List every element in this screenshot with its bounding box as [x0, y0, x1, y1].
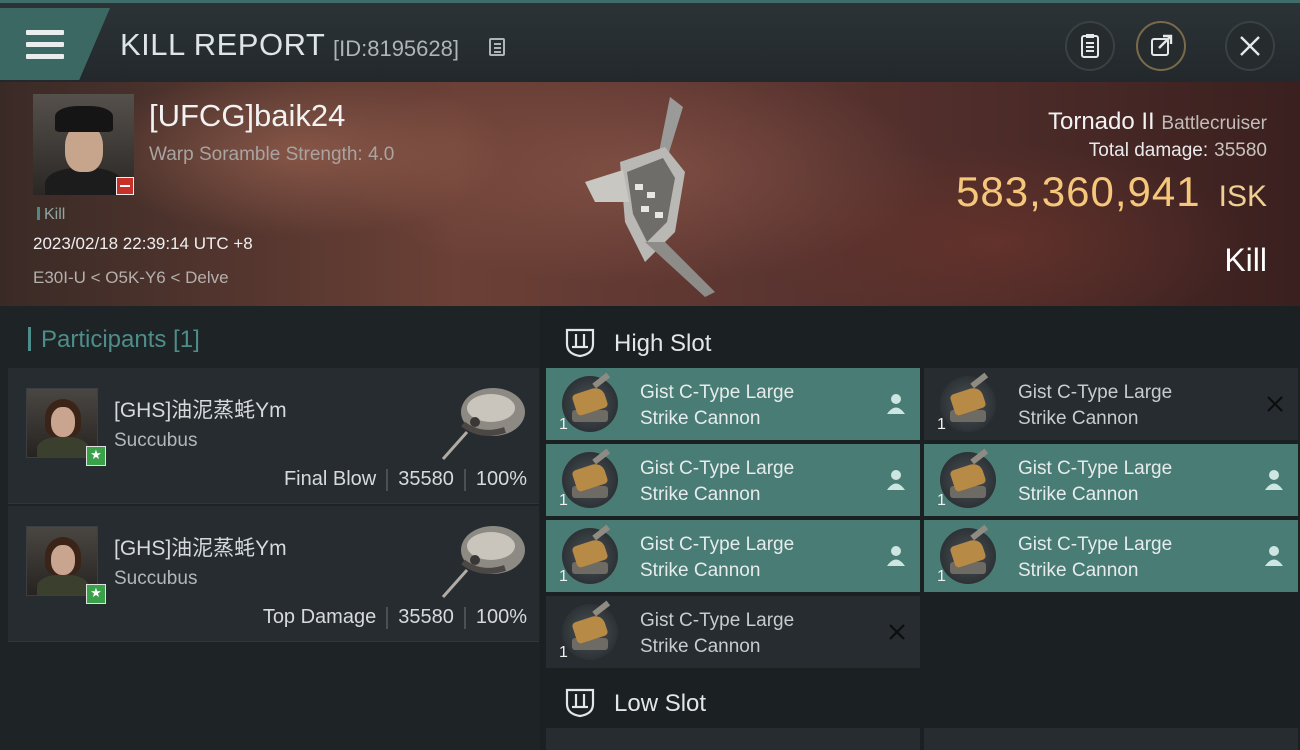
isk-value-line: 583,360,941 ISK	[956, 168, 1267, 216]
module-card[interactable]: 1 Gist C-Type Large Strike Cannon	[924, 444, 1298, 516]
slot-icon	[565, 328, 595, 358]
participant-ship: Succubus	[114, 568, 198, 589]
module-card[interactable]: 1 Gist C-Type Large Strike Cannon	[924, 368, 1298, 440]
module-name: Gist C-Type Large Strike Cannon	[640, 610, 795, 657]
participant-ship-image[interactable]	[433, 512, 528, 602]
participant-damage: 35580	[398, 468, 454, 490]
module-name: Gist C-Type Large Strike Cannon	[640, 534, 795, 581]
participant-ship-image[interactable]	[433, 374, 528, 464]
page-title: KILL REPORT	[120, 27, 326, 62]
report-body: Participants [1] ★ [GHS]油泥蒸蚝Ym Succubus …	[0, 306, 1300, 750]
cannon-icon	[940, 376, 996, 432]
person-icon	[887, 546, 905, 566]
module-name: Gist C-Type Large Strike Cannon	[640, 458, 795, 505]
isk-value: 583,360,941	[956, 168, 1201, 215]
kill-datetime: 2023/02/18 22:39:14 UTC +8	[33, 234, 253, 253]
star-icon: ★	[86, 584, 106, 604]
participant-stats: Top Damage 35580 100%	[263, 606, 527, 629]
clipboard-icon	[1081, 34, 1099, 58]
cannon-icon	[562, 528, 618, 584]
participant-role: Top Damage	[262, 606, 377, 628]
module-quantity: 1	[559, 644, 568, 661]
module-card[interactable]: 1 Gist C-Type Large Strike Cannon	[546, 520, 920, 592]
module-quantity: 1	[937, 416, 946, 433]
module-quantity: 1	[937, 568, 946, 585]
total-damage-value: 35580	[1214, 140, 1267, 161]
module-card[interactable]: 1 Gist C-Type Large Strike Cannon	[546, 596, 920, 668]
clipboard-button[interactable]	[1065, 21, 1115, 71]
participant-card[interactable]: ★ [GHS]油泥蒸蚝Ym Succubus Final Blow 35580 …	[8, 368, 539, 504]
menu-icon	[26, 30, 64, 60]
kill-tag: Kill	[37, 206, 65, 224]
slot-icon	[565, 688, 595, 718]
close-button[interactable]	[1225, 21, 1275, 71]
participant-name[interactable]: [GHS]油泥蒸蚝Ym	[114, 394, 287, 424]
low-slot-title: Low Slot	[614, 690, 707, 717]
module-quantity: 1	[559, 568, 568, 585]
star-icon: ★	[86, 446, 106, 466]
participant-card[interactable]: ★ [GHS]油泥蒸蚝Ym Succubus Top Damage 35580 …	[8, 506, 539, 642]
module-name: Gist C-Type Large Strike Cannon	[1018, 534, 1173, 581]
module-name: Gist C-Type Large Strike Cannon	[1018, 458, 1173, 505]
module-quantity: 1	[937, 492, 946, 509]
x-icon	[889, 624, 905, 640]
victim-name[interactable]: [UFCG]baik24	[149, 98, 345, 134]
share-icon	[1151, 34, 1173, 56]
cannon-icon	[562, 604, 618, 660]
victim-subtitle: Warp Soramble Strength: 4.0	[149, 144, 395, 165]
person-icon	[1265, 546, 1283, 566]
participant-stats: Final Blow 35580 100%	[284, 468, 527, 491]
kill-id: [ID:8195628]	[333, 36, 459, 61]
copy-icon[interactable]	[489, 38, 505, 56]
total-damage: Total damage: 35580	[1089, 140, 1267, 162]
module-card[interactable]: 1 Gist C-Type Large Strike Cannon	[546, 444, 920, 516]
kill-location[interactable]: E30I-U < O5K-Y6 < Delve	[33, 268, 229, 288]
share-button[interactable]	[1136, 21, 1186, 71]
victim-ship-image[interactable]	[565, 92, 745, 302]
person-icon	[1265, 470, 1283, 490]
person-icon	[887, 470, 905, 490]
cannon-icon	[940, 528, 996, 584]
low-slot-header: Low Slot	[546, 670, 1300, 730]
participant-percent: 100%	[475, 468, 527, 490]
menu-button[interactable]	[0, 8, 110, 80]
module-card[interactable]: 1 Gist C-Type Large Strike Cannon	[924, 520, 1298, 592]
victim-banner: [UFCG]baik24 Warp Soramble Strength: 4.0…	[0, 82, 1300, 306]
victim-ship-name[interactable]: Tornado II Battlecruiser	[1048, 108, 1267, 136]
minus-icon	[116, 177, 134, 195]
module-name: Gist C-Type Large Strike Cannon	[640, 382, 795, 429]
module-card[interactable]	[924, 728, 1298, 750]
module-quantity: 1	[559, 416, 568, 433]
fitting-panel: High Slot 1 Gist C-Type Large Strike Cann…	[546, 306, 1300, 750]
close-icon	[1240, 36, 1260, 56]
participant-name[interactable]: [GHS]油泥蒸蚝Ym	[114, 532, 287, 562]
module-card[interactable]: 1 Gist C-Type Large Strike Cannon	[546, 368, 920, 440]
cannon-icon	[940, 452, 996, 508]
cannon-icon	[562, 452, 618, 508]
top-bar: KILL REPORT [ID:8195628]	[0, 0, 1300, 82]
high-slot-title: High Slot	[614, 330, 712, 357]
participants-panel: Participants [1] ★ [GHS]油泥蒸蚝Ym Succubus …	[0, 306, 540, 750]
result-label: Kill	[1224, 242, 1267, 278]
ship-name-text: Tornado II	[1047, 108, 1155, 135]
module-quantity: 1	[559, 492, 568, 509]
cannon-icon	[562, 376, 618, 432]
module-card[interactable]	[546, 728, 920, 750]
high-slot-header: High Slot	[546, 310, 1300, 370]
participant-role: Final Blow	[283, 468, 377, 490]
participants-title: Participants [1]	[28, 326, 200, 354]
participant-percent: 100%	[475, 606, 527, 628]
x-icon	[1267, 396, 1283, 412]
total-damage-label: Total damage:	[1088, 140, 1209, 161]
ship-class: Battlecruiser	[1161, 113, 1267, 134]
isk-currency: ISK	[1218, 180, 1267, 213]
module-name: Gist C-Type Large Strike Cannon	[1018, 382, 1173, 429]
person-icon	[887, 394, 905, 414]
participant-damage: 35580	[398, 606, 454, 628]
participant-ship: Succubus	[114, 430, 198, 451]
